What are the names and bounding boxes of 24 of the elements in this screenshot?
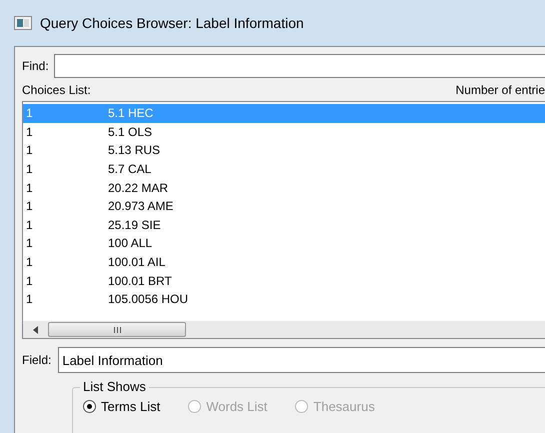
- list-row[interactable]: 1 5.13 RUS: [23, 141, 545, 160]
- find-label: Find:: [22, 58, 49, 75]
- choices-list[interactable]: 1 5.1 HEC 1 5.1 OLS 1 5.13 RUS 1 5.7 CAL 1 20.22 MAR 1 20.973 AME 1 25.19 SIE 1 100 ALL 1 100.01 AIL 1 100.01 BRT 1 105.0056 HOU: [22, 101, 545, 339]
- list-row[interactable]: 1 20.973 AME: [23, 196, 545, 216]
- column-header: Number of entrie: [456, 82, 545, 99]
- list-row[interactable]: 1 100.01 AIL: [23, 252, 545, 272]
- list-row[interactable]: 1 25.19 SIE: [23, 216, 545, 234]
- list-row[interactable]: 1 5.1 OLS: [23, 122, 545, 142]
- list-row[interactable]: 1 5.7 CAL: [23, 160, 545, 178]
- grip-icon: [114, 326, 120, 332]
- choices-list-label: Choices List:: [22, 82, 91, 99]
- field-label: Field:: [22, 352, 52, 369]
- list-row[interactable]: 1 100.01 BRT: [23, 271, 545, 290]
- window-title: Query Choices Browser: Label Information: [40, 14, 304, 33]
- window-icon: [14, 16, 32, 30]
- field-input[interactable]: Label Information: [58, 347, 545, 373]
- list-row[interactable]: 1 100 ALL: [23, 234, 545, 253]
- list-row[interactable]: 1 20.22 MAR: [23, 178, 545, 197]
- scrollbar-thumb[interactable]: [48, 322, 186, 337]
- find-field[interactable]: [54, 54, 545, 78]
- list-row[interactable]: 1 105.0056 HOU: [23, 290, 545, 309]
- radio-option[interactable]: Terms List: [83, 397, 160, 416]
- scroll-left-icon[interactable]: [33, 326, 38, 334]
- horizontal-scrollbar[interactable]: [23, 321, 545, 338]
